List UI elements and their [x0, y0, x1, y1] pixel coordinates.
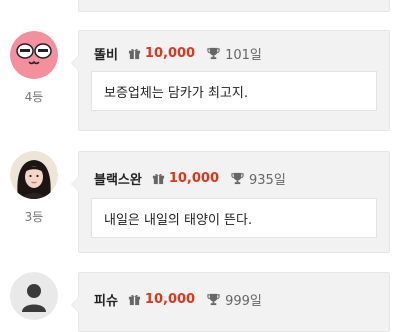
card-meta: 블랙스완 10,000 935일 — [94, 168, 286, 188]
chat-card: 블랙스완 10,000 935일 내일은 내일의 태양이 뜬다. — [71, 151, 390, 253]
message-text: 내일은 내일의 태양이 뜬다. — [91, 198, 377, 238]
nickname[interactable]: 똘비 — [94, 44, 118, 63]
days: 935일 — [231, 169, 286, 188]
trophy-icon — [207, 47, 220, 59]
avatar-default-user — [10, 272, 58, 320]
points-value: 10,000 — [144, 291, 196, 307]
card-meta: 피슈 10,000 999일 — [94, 289, 262, 309]
rank-label: 4등 — [24, 90, 44, 104]
points: 10,000 — [128, 46, 195, 61]
trophy-icon — [231, 172, 244, 184]
trophy-icon — [207, 293, 220, 305]
default-user-icon — [10, 272, 58, 320]
rank-label: 3등 — [24, 210, 44, 224]
nickname[interactable]: 블랙스완 — [94, 169, 142, 188]
gift-icon — [128, 294, 140, 305]
days-value: 101일 — [225, 47, 262, 63]
days: 999일 — [207, 290, 262, 309]
days-value: 935일 — [249, 172, 286, 188]
points-value: 10,000 — [168, 170, 220, 186]
gift-icon — [128, 48, 140, 59]
message-text: 보증업체는 담카가 최고지. — [91, 71, 377, 111]
photo-avatar-icon — [10, 151, 58, 199]
days-value: 999일 — [225, 293, 262, 309]
avatar-pink-face — [10, 31, 58, 79]
chat-card: 피슈 10,000 999일 — [71, 272, 390, 332]
gift-icon — [152, 173, 164, 184]
card-meta: 똘비 10,000 101일 — [94, 43, 262, 63]
avatar-photo — [10, 151, 58, 199]
days: 101일 — [207, 44, 262, 63]
nickname[interactable]: 피슈 — [94, 290, 118, 309]
chat-card-partial — [78, 0, 390, 12]
points-value: 10,000 — [144, 45, 196, 61]
points: 10,000 — [152, 171, 219, 186]
chat-card: 똘비 10,000 101일 보증업체는 담카가 최고지. — [71, 30, 390, 131]
points: 10,000 — [128, 292, 195, 307]
pink-face-avatar-icon — [10, 31, 58, 79]
